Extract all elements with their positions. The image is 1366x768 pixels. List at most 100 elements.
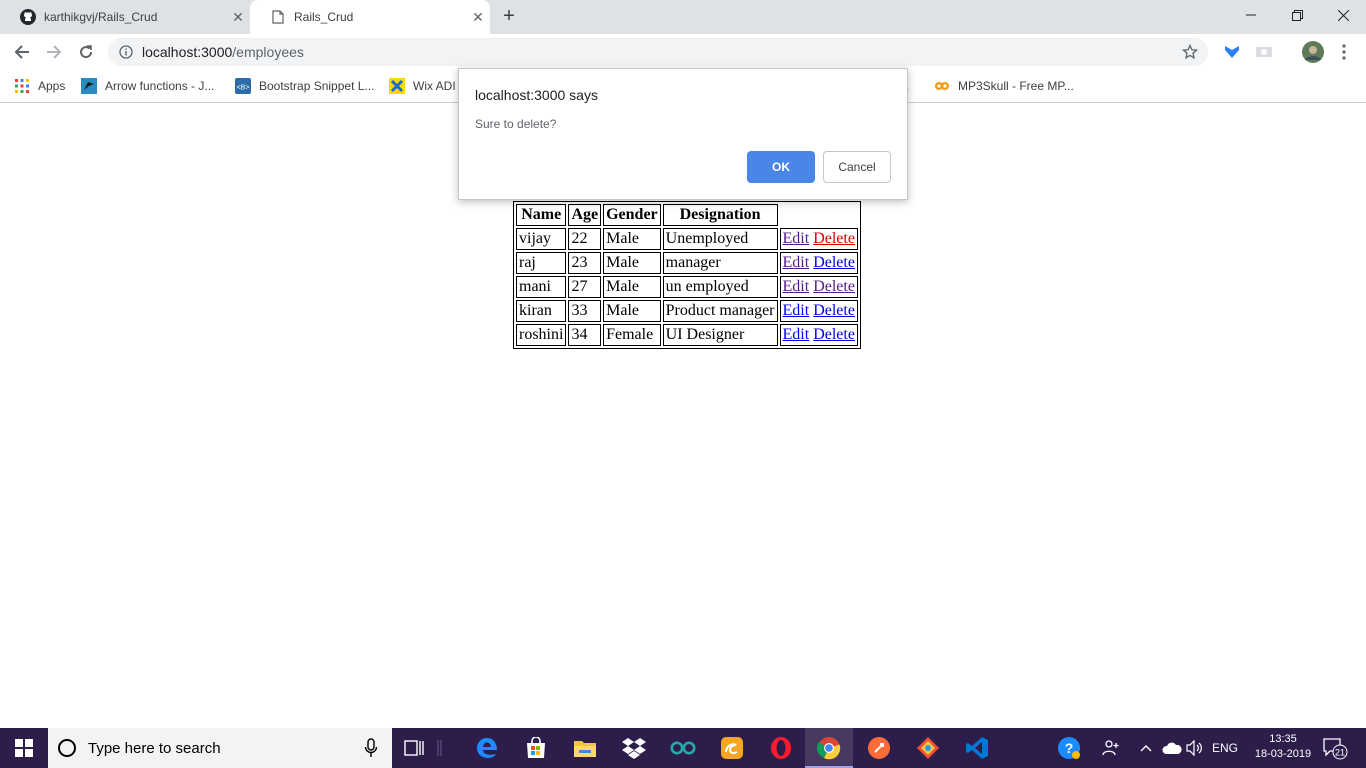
bootstrap-icon: <B> [235,78,251,94]
column-header-gender: Gender [603,204,661,226]
bookmark-bootstrap[interactable]: <B> Bootstrap Snippet L... [235,76,374,96]
clock-time: 13:35 [1269,733,1297,745]
windows-start-icon[interactable] [0,728,48,768]
back-icon[interactable] [8,38,36,66]
minimize-icon[interactable] [1228,0,1274,30]
bookmark-arrow-functions[interactable]: Arrow functions - J... [81,76,214,96]
cell-name: kiran [516,300,567,322]
extension-icon[interactable] [1254,42,1274,62]
bookmark-label: Arrow functions - J... [105,79,215,93]
browser-toolbar: localhost:3000/employees [0,34,1366,70]
confirm-dialog: localhost:3000 says Sure to delete? OK C… [458,68,908,200]
tab-strip: karthikgvj/Rails_Crud ✕ Rails_Crud ✕ + [0,0,1366,34]
arduino-icon[interactable] [667,732,699,764]
cell-gender: Male [603,300,661,322]
table-row: vijay 22 Male Unemployed Edit Delete [516,228,858,250]
action-center-icon[interactable]: 21 [1322,728,1348,768]
reload-icon[interactable] [72,38,100,66]
delete-link[interactable]: Delete [813,230,855,247]
microsoft-store-icon[interactable] [520,732,552,764]
github-icon [20,9,36,25]
cell-actions: Edit Delete [779,324,858,346]
cell-designation: manager [662,252,778,274]
restore-icon[interactable] [1274,0,1320,30]
close-window-icon[interactable] [1320,0,1366,30]
delete-link[interactable]: Delete [813,326,855,343]
notification-count: 21 [1335,748,1345,758]
chevron-up-icon[interactable] [1140,728,1152,768]
url-host: localhost:3000 [142,44,233,60]
delete-link[interactable]: Delete [813,278,855,295]
apps-grid-icon [14,78,30,94]
language-indicator[interactable]: ENG [1212,728,1238,768]
dropbox-icon[interactable] [618,732,650,764]
chrome-icon[interactable] [813,732,845,764]
people-icon[interactable] [1102,728,1120,768]
cell-designation: Product manager [662,300,778,322]
forward-icon[interactable] [40,38,68,66]
microphone-icon[interactable] [364,738,378,758]
address-bar[interactable]: localhost:3000/employees [108,38,1208,66]
profile-avatar[interactable] [1301,40,1325,64]
column-header-name: Name [516,204,567,226]
column-header-designation: Designation [662,204,778,226]
close-tab-icon[interactable]: ✕ [230,9,246,25]
edge-icon[interactable] [471,732,503,764]
edit-link[interactable]: Edit [783,278,810,295]
cell-name: mani [516,276,567,298]
bookmark-label: MP3Skull - Free MP... [958,79,1074,93]
tab-github[interactable]: karthikgvj/Rails_Crud ✕ [0,0,250,34]
wix-icon [389,78,405,94]
cell-name: roshini [516,324,567,346]
bookmark-apps[interactable]: Apps [14,76,65,96]
cancel-button[interactable]: Cancel [823,151,891,183]
delete-link[interactable]: Delete [813,302,855,319]
windows-taskbar: Type here to search ? ENG 13:35 18-03-20… [0,728,1366,768]
gitkraken-icon[interactable] [912,732,944,764]
uc-browser-icon[interactable] [716,732,748,764]
edit-link[interactable]: Edit [783,254,810,271]
volume-icon[interactable] [1186,728,1204,768]
tab-title: Rails_Crud [294,10,354,24]
postman-icon[interactable] [863,732,895,764]
delete-link[interactable]: Delete [813,254,855,271]
cell-gender: Male [603,276,661,298]
cortana-icon [58,739,76,757]
info-icon[interactable] [118,44,134,60]
onedrive-icon[interactable] [1162,728,1182,768]
table-header-row: Name Age Gender Designation [516,204,858,226]
edit-link[interactable]: Edit [783,230,810,247]
ok-button[interactable]: OK [747,151,815,183]
taskbar-search-box[interactable]: Type here to search [48,728,392,768]
extension-icon[interactable] [1222,42,1242,62]
menu-kebab-icon[interactable] [1334,42,1354,62]
vscode-icon[interactable] [961,732,993,764]
url-path: /employees [232,44,304,60]
mp3skull-icon [934,78,950,94]
column-header-age: Age [568,204,602,226]
table-row: kiran 33 Male Product manager Edit Delet… [516,300,858,322]
edit-link[interactable]: Edit [783,302,810,319]
tab-rails-crud[interactable]: Rails_Crud ✕ [250,0,490,34]
file-explorer-icon[interactable] [569,732,601,764]
close-tab-icon[interactable]: ✕ [470,9,486,25]
taskbar-separator [432,732,448,764]
bookmark-star-icon[interactable] [1181,43,1199,60]
dialog-title: localhost:3000 says [475,87,598,103]
table-row: raj 23 Male manager Edit Delete [516,252,858,274]
bookmark-wix[interactable]: Wix ADI [389,76,456,96]
svg-text:<B>: <B> [237,85,250,92]
cell-designation: UI Designer [662,324,778,346]
help-icon[interactable]: ? [1056,728,1082,768]
system-clock[interactable]: 13:35 18-03-2019 [1248,732,1318,762]
cell-gender: Male [603,228,661,250]
opera-icon[interactable] [765,732,797,764]
svg-text:?: ? [1065,740,1074,756]
bookmark-mp3skull[interactable]: MP3Skull - Free MP... [934,76,1074,96]
cell-name: vijay [516,228,567,250]
cell-actions: Edit Delete [779,276,858,298]
search-placeholder: Type here to search [88,739,221,757]
edit-link[interactable]: Edit [783,326,810,343]
new-tab-button[interactable]: + [498,5,520,27]
task-view-icon[interactable] [399,732,431,764]
